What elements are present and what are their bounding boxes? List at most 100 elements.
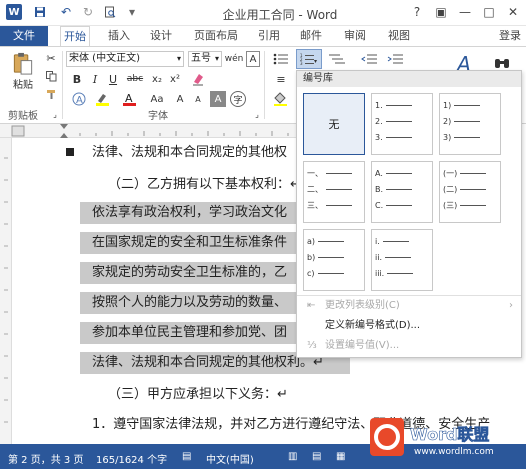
numbering-tile-chinese[interactable]: 一、 二、 三、 (303, 161, 365, 223)
title-bar: W ↶ ↻ ▾ 企业用工合同 - Word ? ▣ — □ ✕ (0, 0, 526, 26)
tab-insert[interactable]: 插入 (104, 26, 134, 46)
increase-indent-icon[interactable] (384, 51, 406, 67)
numbering-value-icon: ⅓ (307, 340, 317, 351)
tab-file[interactable]: 文件 (0, 26, 48, 46)
font-name-combo[interactable]: 宋体 (中文正文) ▾ (66, 51, 184, 67)
customize-toolbar-icon[interactable]: ▾ (124, 4, 140, 20)
grow-font-icon[interactable]: A (172, 91, 188, 107)
undo-icon[interactable]: ↶ (58, 4, 74, 20)
phonetic-guide-icon[interactable]: wén (225, 51, 244, 67)
help-icon[interactable]: ? (406, 3, 428, 21)
tile-number: (二) (443, 184, 458, 194)
numbering-library-header: 编号库 (297, 71, 521, 87)
highlight-color-icon[interactable] (94, 91, 114, 107)
svg-text:3: 3 (300, 61, 303, 65)
multilevel-list-icon[interactable] (326, 51, 348, 67)
save-icon[interactable] (32, 4, 48, 20)
maximize-icon[interactable]: □ (478, 3, 500, 21)
enclose-characters-icon[interactable]: 字 (230, 91, 246, 107)
tab-review[interactable]: 审阅 (340, 26, 370, 46)
clipboard-launcher-icon[interactable]: ⌟ (50, 109, 60, 119)
numbering-button[interactable]: 1 2 3 ▾ (296, 49, 322, 69)
numbering-tile-lower-alpha[interactable]: a) b) c) (303, 229, 365, 291)
paste-button[interactable]: 粘贴 (6, 51, 40, 91)
tile-number: 2) (443, 116, 452, 126)
chevron-down-icon: ▾ (176, 54, 181, 63)
tile-number: i. (375, 236, 380, 246)
tile-number: a) (307, 236, 316, 246)
copy-icon[interactable] (44, 69, 58, 83)
tile-number: 一、 (307, 168, 323, 178)
close-icon[interactable]: ✕ (502, 3, 524, 21)
paragraph-line: （二）乙方拥有以下基本权利：↵ (108, 177, 301, 192)
tile-number: 三、 (307, 200, 323, 210)
numbering-none-tile[interactable]: 无 (303, 93, 365, 155)
font-launcher-icon[interactable]: ⌟ (252, 109, 262, 119)
numbering-tile-arabic-period[interactable]: 1. 2. 3. (371, 93, 433, 155)
sign-in-link[interactable]: 登录 (496, 26, 524, 46)
web-layout-icon[interactable]: ▦ (336, 451, 345, 462)
print-layout-icon[interactable]: ▤ (312, 451, 321, 462)
redo-icon[interactable]: ↻ (80, 4, 96, 20)
bold-button[interactable]: B (70, 71, 84, 87)
tab-home[interactable]: 开始 (60, 26, 90, 47)
read-mode-icon[interactable]: ▥ (288, 451, 297, 462)
set-numbering-value-label: 设置编号值(V)... (325, 340, 400, 351)
shrink-font-icon[interactable]: A (190, 91, 206, 107)
font-name-value: 宋体 (中文正文) (69, 53, 140, 64)
define-new-number-format-item[interactable]: 定义新编号格式(D)... (297, 317, 521, 335)
horizontal-ruler[interactable] (0, 124, 300, 138)
character-border-icon[interactable]: A (246, 51, 260, 67)
format-painter-icon[interactable] (44, 87, 58, 101)
font-group-label: 字体 (148, 111, 168, 122)
character-shading-icon[interactable]: A (210, 91, 226, 107)
proofing-icon[interactable]: ▤ (182, 451, 191, 462)
language-status[interactable]: 中文(中国) (206, 451, 254, 466)
page-count[interactable]: 第 2 页，共 3 页 (8, 451, 83, 466)
change-list-level-item[interactable]: 更改列表级别(C) › ⇤ (297, 297, 521, 315)
group-separator (264, 51, 265, 119)
paste-icon (13, 52, 33, 75)
cut-icon[interactable]: ✂ (44, 51, 58, 65)
subscript-button[interactable]: x₂ (150, 71, 164, 87)
tile-number: (三) (443, 200, 458, 210)
selected-line: 依法享有政治权利，学习政治文化 (80, 202, 310, 224)
chevron-right-icon: › (509, 300, 513, 311)
strikethrough-button[interactable]: abc (124, 71, 146, 87)
tile-number: c) (307, 268, 315, 278)
paragraph-line: （三）甲方应承担以下义务：↵ (108, 387, 288, 402)
tab-design[interactable]: 设计 (146, 26, 176, 46)
numbering-tile-upper-alpha[interactable]: A. B. C. (371, 161, 433, 223)
font-size-value: 五号 (191, 53, 211, 64)
numbering-tile-lower-roman[interactable]: i. ii. iii. (371, 229, 433, 291)
tab-view[interactable]: 视图 (384, 26, 414, 46)
decrease-indent-icon[interactable] (358, 51, 380, 67)
italic-button[interactable]: I (88, 71, 102, 87)
font-color-icon[interactable]: A (120, 91, 140, 107)
minimize-icon[interactable]: — (454, 3, 476, 21)
ribbon-display-icon[interactable]: ▣ (430, 3, 452, 21)
tab-references[interactable]: 引用 (254, 26, 284, 46)
tab-page-layout[interactable]: 页面布局 (188, 26, 244, 46)
font-size-combo[interactable]: 五号 ▾ (188, 51, 222, 67)
shading-icon[interactable] (270, 91, 292, 107)
set-numbering-value-item[interactable]: ⅓ 设置编号值(V)... (297, 337, 521, 355)
document-title: 企业用工合同 - Word (222, 8, 338, 22)
change-case-icon[interactable]: Aa (146, 91, 168, 107)
define-new-number-format-label: 定义新编号格式(D)... (325, 320, 421, 331)
clear-formatting-icon[interactable] (190, 71, 206, 87)
chevron-down-icon: ▾ (214, 54, 219, 63)
superscript-button[interactable]: x² (168, 71, 182, 87)
word-count[interactable]: 165/1624 个字 (96, 451, 167, 466)
underline-button[interactable]: U (106, 71, 120, 87)
tab-mailings[interactable]: 邮件 (296, 26, 326, 46)
clipboard-group-label: 剪贴板 (8, 111, 38, 122)
tile-number: (一) (443, 168, 458, 178)
text-effects-icon[interactable]: A (70, 91, 88, 107)
numbering-tile-chinese-paren[interactable]: (一) (二) (三) (439, 161, 501, 223)
bullets-icon[interactable] (270, 51, 292, 67)
numbering-tile-arabic-paren[interactable]: 1) 2) 3) (439, 93, 501, 155)
print-preview-icon[interactable] (102, 4, 118, 20)
vertical-ruler[interactable] (0, 138, 12, 444)
align-left-icon[interactable]: ≡ (270, 71, 292, 87)
